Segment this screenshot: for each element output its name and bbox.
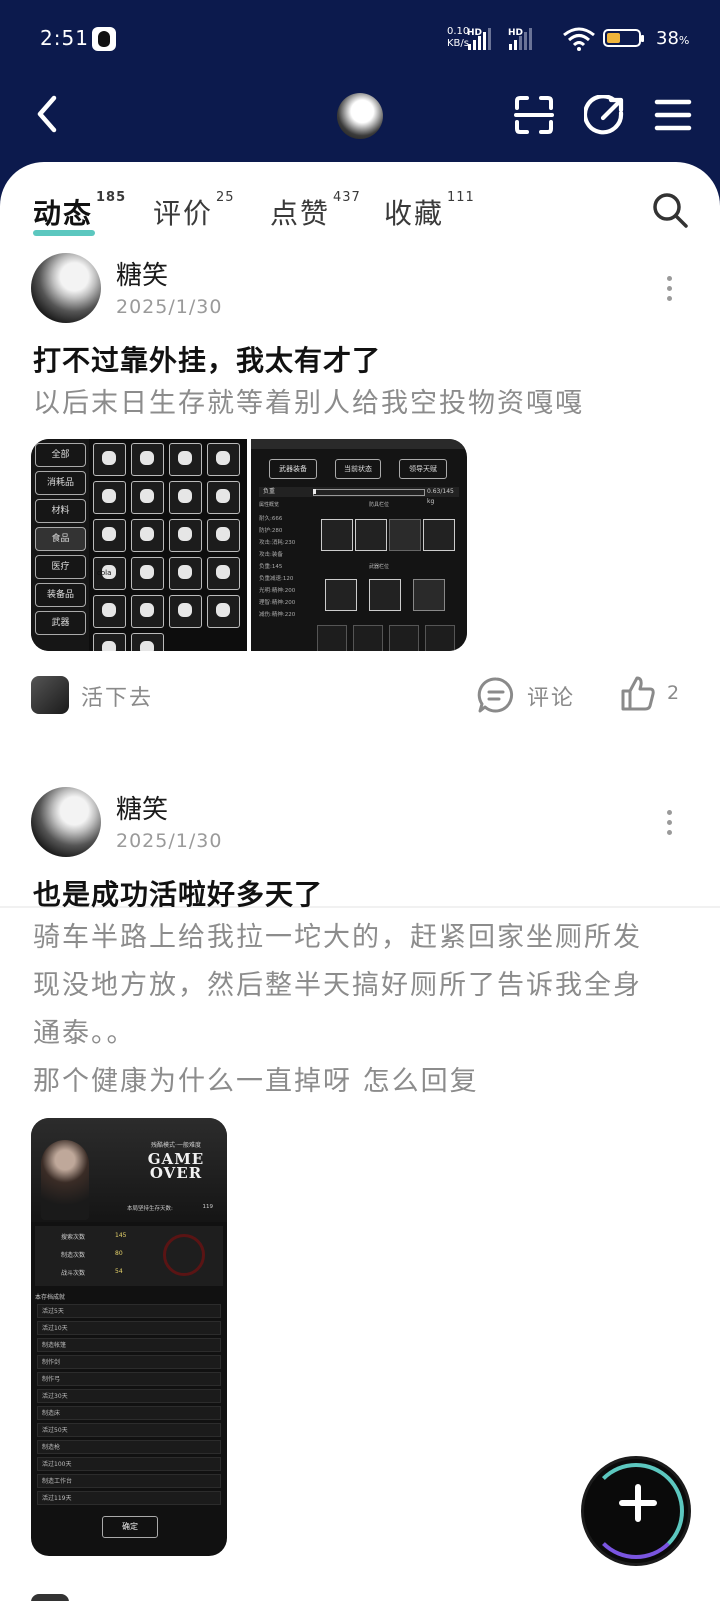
- qq-notification-icon: [92, 27, 116, 51]
- comment-icon[interactable]: [477, 676, 515, 714]
- game-icon[interactable]: [31, 676, 69, 714]
- post-body: 骑车半路上给我拉一坨大的，赶紧回家坐厕所发 现没地方放，然后整半天搞好厕所了告诉…: [33, 914, 693, 1106]
- post-date: 2025/1/30: [116, 830, 223, 852]
- achievement-row: 制造枪: [37, 1440, 221, 1454]
- profile-avatar[interactable]: [337, 93, 383, 139]
- content-panel: 动态 185 评价 25 点赞 437 收藏 111 糖笑 2025/1/30 打不过靠…: [0, 162, 720, 1601]
- tab-likes[interactable]: 点赞 437: [270, 190, 384, 242]
- attrs-heading: 属性概览: [259, 502, 280, 508]
- post-body-line: 通泰。。: [33, 1018, 136, 1049]
- survived-label: 本局坚持生存天数:: [127, 1206, 173, 1212]
- network-speed-value: 0.10: [447, 26, 470, 37]
- sim1-signal-icon: [468, 28, 491, 50]
- inventory-menu-item: 武器: [35, 611, 86, 635]
- cola-tag: cola: [97, 569, 112, 577]
- achievement-row: 活过50天: [37, 1423, 221, 1437]
- author-name[interactable]: 糖笑: [116, 789, 168, 826]
- inventory-menu-item: 消耗品: [35, 471, 86, 495]
- attrs-list: 耐久:666 防护:280 攻击:消耗:230 攻击:装备 负重:145 负重减速:12…: [259, 516, 296, 618]
- like-count: 2: [667, 682, 682, 704]
- armor-heading: 防具栏位: [369, 502, 390, 508]
- weight-value: 0.63/145 kg: [427, 488, 454, 505]
- survived-days: 119: [202, 1204, 214, 1210]
- post-image-game-over[interactable]: 残酷模式·一般难度 GAME OVER 本局坚持生存天数: 119 搜索次数 14…: [31, 1118, 227, 1556]
- achievement-row: 活过30天: [37, 1389, 221, 1403]
- achievement-row: 活过5天: [37, 1304, 221, 1318]
- rank-emblem: [163, 1234, 205, 1276]
- equipment-tab: 当前状态: [335, 459, 381, 479]
- author-avatar[interactable]: [31, 787, 101, 857]
- post-title: 打不过靠外挂，我太有才了: [33, 344, 382, 377]
- game-over-banner: 残酷模式·一般难度 GAME OVER 本局坚持生存天数: 119: [31, 1118, 227, 1222]
- game-icon[interactable]: [31, 1594, 69, 1601]
- weight-label: 负重: [263, 488, 276, 495]
- inventory-menu-item: 食品: [35, 527, 86, 551]
- achievement-row: 制作弓: [37, 1372, 221, 1386]
- post-body-line: 骑车半路上给我拉一坨大的，赶紧回家坐厕所发: [33, 922, 642, 953]
- achievements-title: 本存档成就: [35, 1294, 66, 1301]
- tab-bar: 动态 185 评价 25 点赞 437 收藏 111: [33, 190, 484, 242]
- menu-button[interactable]: [654, 98, 692, 132]
- more-options-icon[interactable]: [665, 810, 673, 836]
- battery-percent: 38%: [656, 28, 690, 49]
- comment-label[interactable]: 评论: [527, 680, 575, 712]
- back-button[interactable]: [32, 92, 72, 136]
- status-time: 2:51: [40, 26, 89, 50]
- tab-favorites[interactable]: 收藏 111: [384, 190, 484, 242]
- achievement-row: 制造帐篷: [37, 1338, 221, 1352]
- post-date: 2025/1/30: [116, 296, 223, 318]
- achievement-row: 制造床: [37, 1406, 221, 1420]
- inventory-menu-item: 全部: [35, 443, 86, 467]
- survived-row: 本局坚持生存天数: 119: [127, 1204, 223, 1212]
- search-icon[interactable]: [650, 190, 690, 230]
- game-name[interactable]: 活下去: [81, 680, 153, 712]
- post-image-inventory[interactable]: 全部 消耗品 材料 食品 医疗 装备品 武器 cola: [31, 439, 247, 651]
- inventory-menu-item: 装备品: [35, 583, 86, 607]
- more-options-icon[interactable]: [665, 276, 673, 302]
- post-body: 以后末日生存就等着别人给我空投物资嘎嘎: [33, 380, 693, 428]
- post-body-line: 那个健康为什么一直掉呀 怎么回复: [33, 1066, 479, 1097]
- scan-button[interactable]: [514, 95, 554, 135]
- post-title: 也是成功活啦好多天了: [33, 878, 324, 911]
- status-bar: 2:51 0.10 KB/s HD HD 38%: [0, 0, 720, 78]
- stats-panel: 搜索次数 145 制造次数 80 战斗次数 54: [35, 1226, 223, 1286]
- plus-icon: [619, 1484, 657, 1522]
- network-speed: 0.10 KB/s: [447, 26, 469, 50]
- like-icon[interactable]: [619, 675, 657, 713]
- confirm-button: 确定: [102, 1516, 158, 1538]
- sim2-signal-icon: [509, 28, 532, 50]
- equipment-tab: 领导天赋: [399, 459, 447, 479]
- weight-row: 负重 0.63/145 kg: [259, 487, 459, 505]
- active-tab-indicator: [33, 230, 95, 236]
- post-image-equipment[interactable]: 武器装备 当前状态 领导天赋 负重 0.63/145 kg 属性概览 耐久:66…: [251, 439, 467, 651]
- share-button[interactable]: [584, 95, 626, 137]
- inventory-menu-item: 材料: [35, 499, 86, 523]
- equipment-tab: 武器装备: [269, 459, 317, 479]
- author-name[interactable]: 糖笑: [116, 255, 168, 292]
- post-body-line: 现没地方放，然后整半天搞好厕所了告诉我全身: [33, 970, 642, 1001]
- mode-label: 残酷模式·一般难度: [151, 1142, 201, 1149]
- achievement-row: 制作剑: [37, 1355, 221, 1369]
- weight-bar-fill: [313, 489, 316, 494]
- post-body-line: 以后末日生存就等着别人给我空投物资嘎嘎: [33, 388, 584, 419]
- inventory-menu-item: 医疗: [35, 555, 86, 579]
- achievements-list: 活过5天活过10天制造帐篷制作剑制作弓活过30天制造床活过50天制造枪活过100…: [37, 1304, 221, 1508]
- achievement-row: 活过100天: [37, 1457, 221, 1471]
- character-portrait: [41, 1140, 89, 1220]
- achievement-row: 活过10天: [37, 1321, 221, 1335]
- network-speed-unit: KB/s: [447, 38, 469, 49]
- achievement-row: 制造工作台: [37, 1474, 221, 1488]
- game-over-title: GAME OVER: [147, 1150, 205, 1182]
- tab-dynamics[interactable]: 动态 185: [33, 190, 153, 242]
- tab-reviews[interactable]: 评价 25: [153, 190, 270, 242]
- achievement-row: 活过119天: [37, 1491, 221, 1505]
- wifi-icon: [563, 27, 595, 51]
- weapon-heading: 武器栏位: [369, 564, 390, 570]
- battery-icon: [603, 29, 644, 47]
- inventory-menu: 全部 消耗品 材料 食品 医疗 装备品 武器: [31, 439, 89, 651]
- author-avatar[interactable]: [31, 253, 101, 323]
- create-post-button[interactable]: [584, 1459, 688, 1563]
